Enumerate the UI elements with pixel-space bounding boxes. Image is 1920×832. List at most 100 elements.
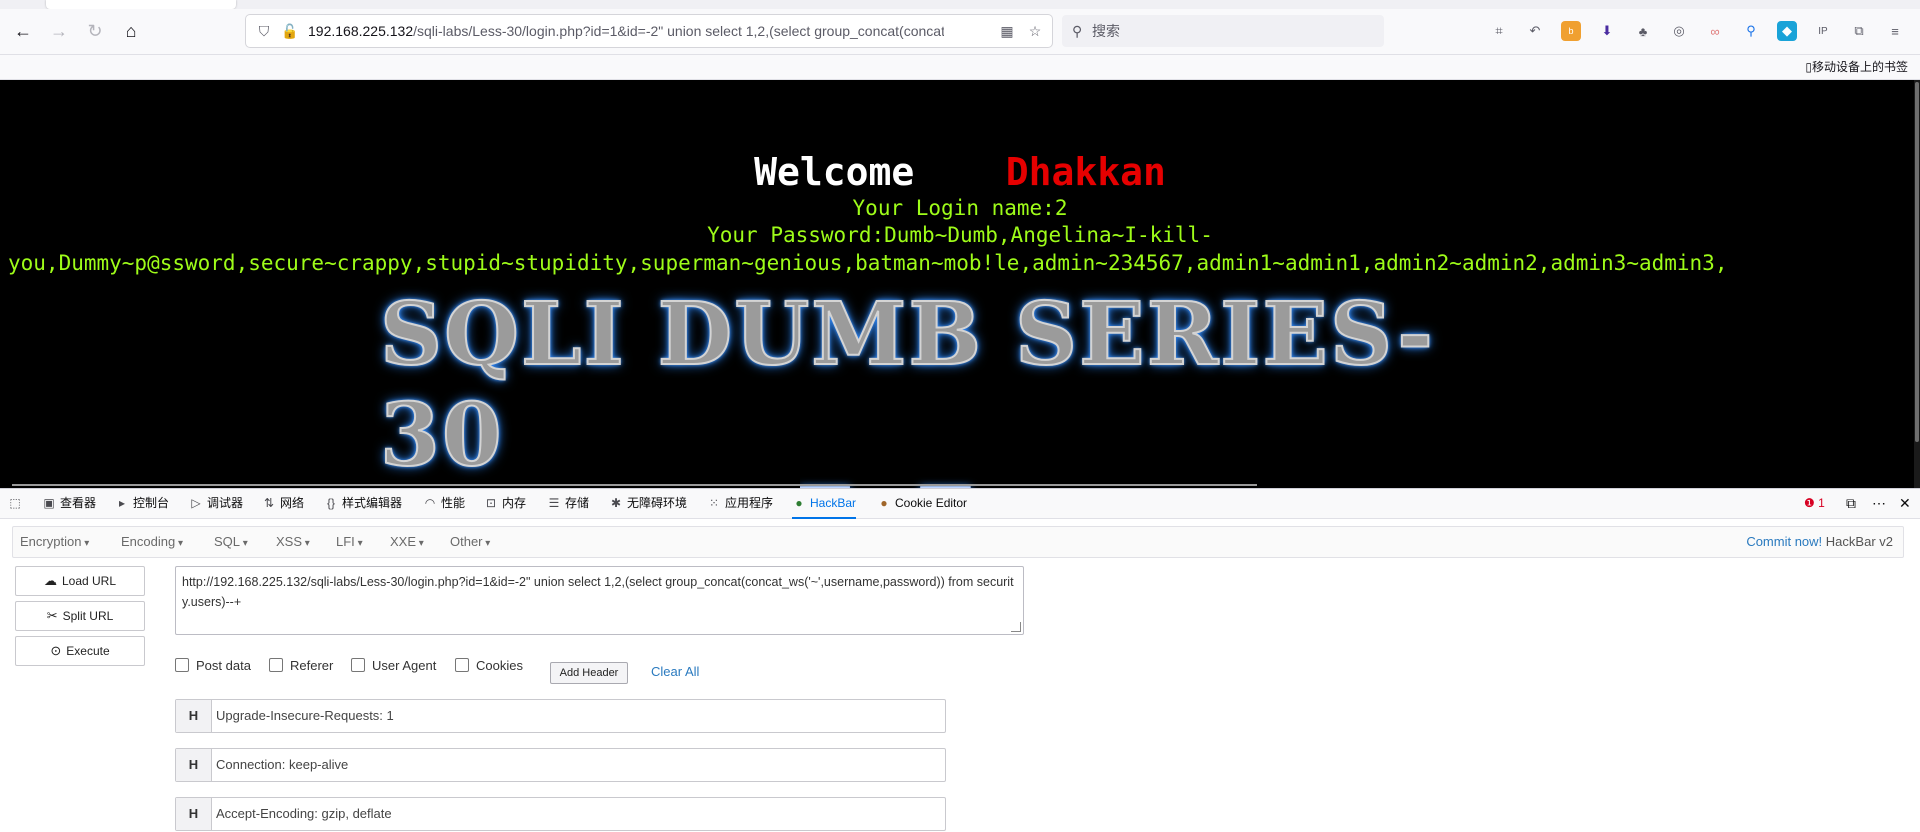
sql-dropdown[interactable]: SQL [214, 527, 248, 557]
extension-icon[interactable]: ♣ [1633, 21, 1653, 41]
devtools-panel: ⬚ ▣ 查看器 ▸ 控制台 ▷ 调试器 ⇅ 网络 {} 样式编辑器 ◠ 性能 ⊡ 内存 ☰ 存储… [0, 488, 1920, 832]
active-tab[interactable] [46, 0, 236, 9]
tab-application[interactable]: ⁙ 应用程序 [707, 489, 773, 518]
welcome-heading: Welcome Dhakkan [0, 150, 1920, 194]
error-badge[interactable]: ❶ 1 [1804, 489, 1825, 518]
banner-text: SQLI DUMB SERIES-30 [379, 283, 1435, 487]
user-agent-checkbox[interactable] [351, 658, 365, 672]
header-row[interactable]: H Connection: keep-alive [175, 748, 946, 782]
cookie-extension-icon[interactable]: ◎ [1669, 21, 1689, 41]
reload-button[interactable]: ↻ [80, 9, 110, 54]
post-data-checkbox[interactable] [175, 658, 189, 672]
search-box[interactable]: ⚲ 搜索 [1062, 15, 1384, 47]
tab-strip [0, 0, 1920, 9]
tab-accessibility[interactable]: ✱ 无障碍环境 [609, 489, 687, 518]
other-dropdown[interactable]: Other [450, 527, 490, 557]
cookie-icon: ● [880, 496, 888, 510]
pick-element-icon[interactable]: ⬚ [8, 489, 26, 518]
pair-extension-icon[interactable]: ∞ [1705, 21, 1725, 41]
bookmark-star-icon[interactable]: ☆ [1024, 15, 1046, 47]
split-url-label: Split URL [62, 609, 114, 623]
encryption-dropdown[interactable]: Encryption [20, 527, 89, 557]
cookies-checkbox[interactable] [455, 658, 469, 672]
password-line-2: you,Dummy~p@ssword,secure~crappy,stupid~… [8, 251, 1728, 275]
tab-performance[interactable]: ◠ 性能 [423, 489, 465, 518]
scrollbar-thumb[interactable] [1915, 82, 1919, 442]
referer-checkbox[interactable] [269, 658, 283, 672]
lfi-dropdown[interactable]: LFI [336, 527, 363, 557]
tab-debugger[interactable]: ▷ 调试器 [189, 489, 243, 518]
header-toggle-button[interactable]: H [176, 749, 212, 781]
vertical-scrollbar[interactable] [1914, 80, 1920, 488]
tab-inspector[interactable]: ▣ 查看器 [42, 489, 96, 518]
bookmarks-toolbar: ▯移动设备上的书签 [0, 55, 1920, 80]
home-button[interactable]: ⌂ [116, 9, 146, 54]
inspector-icon: ▣ [43, 496, 55, 510]
insecure-lock-icon[interactable]: 🔓 [280, 15, 300, 47]
header-row[interactable]: H Upgrade-Insecure-Requests: 1 [175, 699, 946, 733]
location-extension-icon[interactable]: ⚲ [1741, 21, 1761, 41]
split-url-button[interactable]: ✂ Split URL [15, 601, 145, 631]
tab-hackbar[interactable]: ● HackBar [792, 489, 857, 519]
add-header-button[interactable]: Add Header [550, 662, 628, 684]
close-devtools-icon[interactable]: ✕ [1899, 489, 1911, 518]
ip-extension-icon[interactable]: IP [1813, 21, 1833, 41]
arrow-left-icon: ← [14, 21, 32, 41]
user-agent-label: User Agent [372, 657, 437, 673]
more-options-icon[interactable]: ⋯ [1872, 489, 1886, 518]
referer-option[interactable]: Referer [269, 655, 333, 675]
memory-icon: ⊡ [485, 496, 497, 510]
cloud-download-icon: ☁ [43, 573, 57, 588]
load-url-button[interactable]: ☁ Load URL [15, 566, 145, 596]
navigation-toolbar: ← → ↻ ⌂ ⛉ 🔓 192.168.225.132/sqli-labs/Le… [0, 9, 1920, 55]
execute-label: Execute [66, 644, 110, 658]
url-text[interactable]: 192.168.225.132/sqli-labs/Less-30/login.… [308, 15, 944, 47]
arrow-right-icon: → [50, 21, 68, 41]
horizontal-scrollbar[interactable] [12, 484, 1257, 486]
console-icon: ▸ [118, 496, 126, 510]
resize-grip-icon[interactable] [1011, 622, 1021, 632]
screenshot-icon[interactable]: ⌗ [1489, 21, 1509, 41]
header-toggle-button[interactable]: H [176, 798, 212, 830]
tab-style-editor[interactable]: {} 样式编辑器 [324, 489, 402, 518]
download-extension-icon[interactable]: ⬇ [1597, 21, 1617, 41]
qr-code-icon[interactable]: ▦ [996, 15, 1018, 47]
tab-cookie-editor[interactable]: ● Cookie Editor [877, 489, 967, 518]
url-textarea[interactable]: http://192.168.225.132/sqli-labs/Less-30… [175, 566, 1024, 635]
header-value[interactable]: Upgrade-Insecure-Requests: 1 [216, 700, 394, 732]
wappalyzer-extension-icon[interactable]: ◆ [1777, 21, 1797, 41]
tab-label: 内存 [502, 496, 527, 510]
forward-button[interactable]: → [44, 9, 74, 54]
tab-label: 应用程序 [725, 496, 774, 510]
header-value[interactable]: Connection: keep-alive [216, 749, 348, 781]
xss-dropdown[interactable]: XSS [276, 527, 310, 557]
xxe-dropdown[interactable]: XXE [390, 527, 424, 557]
series-banner-image: SQLI DUMB SERIES-30 [379, 283, 1530, 487]
burp-extension-icon[interactable]: b [1561, 21, 1581, 41]
hackbar-menu: Encryption Encoding SQL XSS LFI XXE Othe… [12, 526, 1904, 558]
commit-link[interactable]: Commit now! [1746, 534, 1822, 549]
tab-console[interactable]: ▸ 控制台 [115, 489, 169, 518]
user-agent-option[interactable]: User Agent [351, 655, 436, 675]
cookies-option[interactable]: Cookies [455, 655, 523, 675]
mobile-bookmarks-folder[interactable]: ▯移动设备上的书签 [1805, 55, 1908, 79]
tab-network[interactable]: ⇅ 网络 [262, 489, 304, 518]
url-bar[interactable]: ⛉ 🔓 192.168.225.132/sqli-labs/Less-30/lo… [246, 15, 1052, 47]
extensions-puzzle-icon[interactable]: ⧉ [1849, 21, 1869, 41]
header-value[interactable]: Accept-Encoding: gzip, deflate [216, 798, 392, 830]
tab-memory[interactable]: ⊡ 内存 [484, 489, 526, 518]
undo-icon[interactable]: ↶ [1525, 21, 1545, 41]
shield-icon[interactable]: ⛉ [254, 15, 274, 47]
post-data-option[interactable]: Post data [175, 655, 251, 675]
back-button[interactable]: ← [8, 9, 38, 54]
welcome-name: Dhakkan [1005, 150, 1166, 194]
encoding-dropdown[interactable]: Encoding [121, 527, 183, 557]
clear-all-link[interactable]: Clear All [651, 662, 699, 682]
dock-toggle-icon[interactable]: ⧉ [1846, 489, 1856, 518]
header-toggle-button[interactable]: H [176, 700, 212, 732]
tab-storage[interactable]: ☰ 存储 [547, 489, 589, 518]
menu-hamburger-icon[interactable]: ≡ [1885, 21, 1905, 41]
home-icon: ⌂ [125, 21, 137, 41]
execute-button[interactable]: ⊙ Execute [15, 636, 145, 666]
header-row[interactable]: H Accept-Encoding: gzip, deflate [175, 797, 946, 831]
